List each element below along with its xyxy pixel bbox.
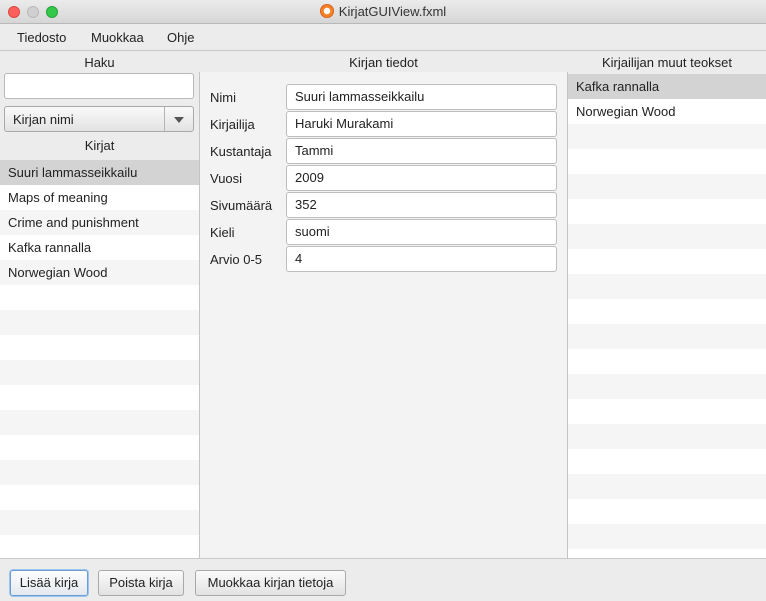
books-list-title: Kirjat (84, 138, 115, 153)
empty-row (568, 324, 766, 349)
search-panel-title: Haku (84, 55, 115, 70)
window-title: KirjatGUIView.fxml (338, 4, 447, 19)
empty-row (0, 435, 199, 460)
field-input-sivumaara[interactable]: 352 (286, 192, 557, 218)
books-list-item[interactable]: Kafka rannalla (0, 235, 199, 260)
button-bar: Lisää kirja Poista kirja Muokkaa kirjan … (0, 558, 766, 601)
app-icon (319, 4, 334, 18)
empty-row (0, 385, 199, 410)
menu-muokkaa[interactable]: Muokkaa (91, 30, 144, 45)
empty-row (568, 299, 766, 324)
books-list[interactable]: Suuri lammasseikkailu Maps of meaning Cr… (0, 160, 199, 558)
window-title-wrap: KirjatGUIView.fxml (0, 4, 766, 19)
empty-row (0, 510, 199, 535)
empty-row (568, 224, 766, 249)
title-bar: KirjatGUIView.fxml (0, 0, 766, 24)
empty-row (568, 474, 766, 499)
empty-row (0, 310, 199, 335)
search-panel: Haku Kirjan nimi Kirjat Suuri lammasseik… (0, 52, 199, 558)
empty-row (0, 485, 199, 510)
book-details-panel: Kirjan tiedot Nimi Suuri lammasseikkailu… (199, 52, 568, 558)
empty-row (568, 349, 766, 374)
menu-tiedosto[interactable]: Tiedosto (17, 30, 66, 45)
empty-row (568, 149, 766, 174)
chevron-down-icon[interactable] (174, 117, 184, 123)
other-works-panel: Kirjailijan muut teokset Kafka rannalla … (568, 52, 766, 558)
edit-book-button[interactable]: Muokkaa kirjan tietoja (195, 570, 346, 596)
other-works-title: Kirjailijan muut teokset (601, 55, 733, 70)
book-details-title: Kirjan tiedot (349, 55, 418, 70)
empty-row (0, 360, 199, 385)
field-input-kustantaja[interactable]: Tammi (286, 138, 557, 164)
field-input-kirjailija[interactable]: Haruki Murakami (286, 111, 557, 137)
field-input-kieli[interactable]: suomi (286, 219, 557, 245)
empty-row (0, 335, 199, 360)
empty-row (568, 524, 766, 549)
empty-row (0, 410, 199, 435)
field-input-arvio[interactable]: 4 (286, 246, 557, 272)
add-book-button[interactable]: Lisää kirja (10, 570, 88, 596)
combo-separator (164, 107, 165, 131)
empty-row (0, 285, 199, 310)
field-label-arvio: Arvio 0-5 (210, 252, 263, 267)
empty-row (568, 549, 766, 558)
field-label-sivumaara: Sivumäärä (210, 198, 273, 213)
field-label-kieli: Kieli (210, 225, 235, 240)
search-field-select[interactable]: Kirjan nimi (4, 106, 194, 132)
empty-row (568, 399, 766, 424)
book-details-form: Nimi Suuri lammasseikkailu Kirjailija Ha… (199, 72, 568, 558)
other-works-item[interactable]: Kafka rannalla (568, 74, 766, 99)
remove-book-button[interactable]: Poista kirja (98, 570, 184, 596)
search-input[interactable] (4, 73, 194, 99)
empty-row (568, 499, 766, 524)
empty-row (568, 199, 766, 224)
search-field-select-value: Kirjan nimi (13, 112, 74, 127)
other-works-list[interactable]: Kafka rannalla Norwegian Wood (568, 74, 766, 558)
books-list-item[interactable]: Norwegian Wood (0, 260, 199, 285)
books-list-item[interactable]: Maps of meaning (0, 185, 199, 210)
field-input-nimi[interactable]: Suuri lammasseikkailu (286, 84, 557, 110)
menu-bar: Tiedosto Muokkaa Ohje (0, 25, 766, 51)
other-works-item[interactable]: Norwegian Wood (568, 99, 766, 124)
empty-row (568, 174, 766, 199)
empty-row (568, 424, 766, 449)
field-label-nimi: Nimi (210, 90, 236, 105)
field-input-vuosi[interactable]: 2009 (286, 165, 557, 191)
field-label-vuosi: Vuosi (210, 171, 243, 186)
empty-row (568, 249, 766, 274)
empty-row (568, 274, 766, 299)
empty-row (568, 449, 766, 474)
empty-row (568, 124, 766, 149)
books-list-item[interactable]: Suuri lammasseikkailu (0, 160, 199, 185)
field-label-kirjailija: Kirjailija (210, 117, 255, 132)
field-label-kustantaja: Kustantaja (210, 144, 272, 159)
menu-ohje[interactable]: Ohje (167, 30, 194, 45)
empty-row (0, 535, 199, 558)
empty-row (0, 460, 199, 485)
books-list-item[interactable]: Crime and punishment (0, 210, 199, 235)
empty-row (568, 374, 766, 399)
